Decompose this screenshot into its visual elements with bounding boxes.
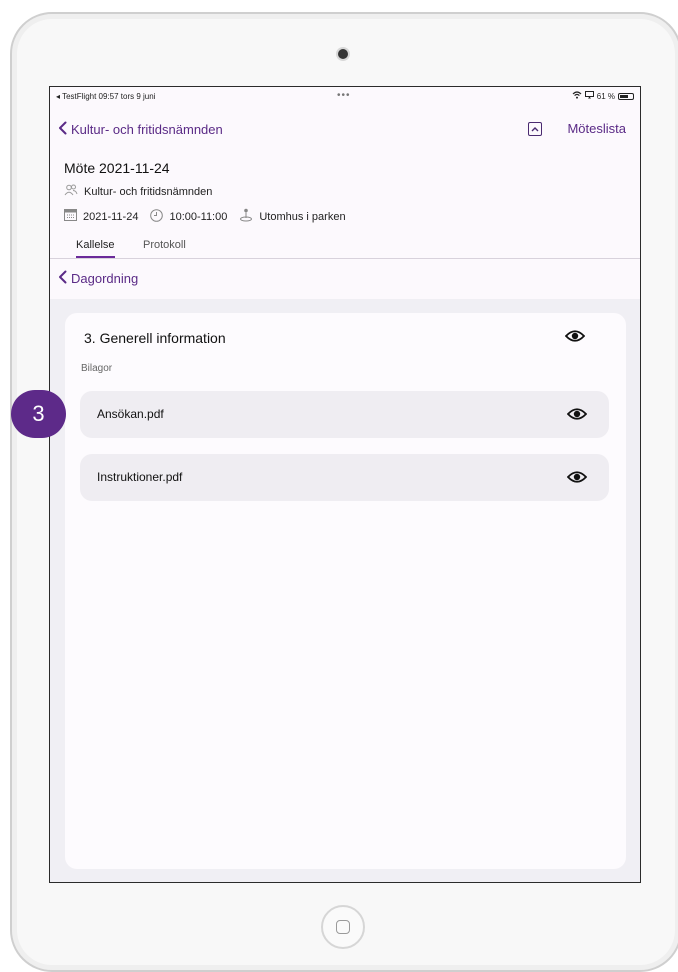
committee-row: Kultur- och fritidsnämnden bbox=[64, 184, 212, 199]
meeting-title: Möte 2021-11-24 bbox=[64, 160, 170, 176]
group-icon bbox=[64, 184, 78, 199]
calendar-icon bbox=[64, 209, 77, 224]
back-button-label: Kultur- och fritidsnämnden bbox=[71, 122, 223, 137]
attachment-name: Instruktioner.pdf bbox=[97, 470, 183, 484]
meeting-details-row: 2021-11-24 10:00-11:00 Utomhus i parken bbox=[64, 208, 346, 225]
app-screen: ◂ TestFlight 09:57 tors 9 juni ••• 61 % … bbox=[49, 86, 641, 883]
tab-kallelse[interactable]: Kallelse bbox=[76, 239, 115, 258]
wifi-icon bbox=[572, 91, 582, 101]
back-button[interactable]: Kultur- och fritidsnämnden bbox=[58, 121, 223, 138]
attachment-item[interactable]: Ansökan.pdf bbox=[80, 391, 609, 438]
view-item-button[interactable] bbox=[565, 329, 585, 343]
tab-bar: Kallelse Protokoll bbox=[50, 239, 640, 259]
camera bbox=[338, 49, 348, 59]
home-button[interactable] bbox=[321, 905, 365, 949]
eye-icon[interactable] bbox=[567, 407, 587, 421]
location-pin-icon bbox=[239, 208, 253, 225]
chevron-up-icon bbox=[531, 124, 539, 134]
step-badge: 3 bbox=[11, 390, 66, 438]
navigation-bar: Kultur- och fritidsnämnden Möteslista bbox=[50, 121, 640, 143]
chevron-left-icon bbox=[58, 270, 67, 287]
attachment-item[interactable]: Instruktioner.pdf bbox=[80, 454, 609, 501]
attachment-name: Ansökan.pdf bbox=[97, 407, 164, 421]
collapse-button[interactable] bbox=[528, 122, 542, 136]
tab-protokoll[interactable]: Protokoll bbox=[143, 239, 186, 256]
agenda-item-card: 3. Generell information Bilagor Ansökan.… bbox=[65, 313, 626, 869]
committee-name: Kultur- och fritidsnämnden bbox=[84, 185, 213, 198]
meeting-location: Utomhus i parken bbox=[259, 210, 346, 223]
status-right: 61 % bbox=[572, 91, 634, 101]
attachments-label: Bilagor bbox=[81, 363, 113, 374]
battery-percentage: 61 % bbox=[596, 91, 615, 101]
header-divider bbox=[50, 258, 640, 259]
agenda-item-title: 3. Generell information bbox=[84, 330, 226, 346]
battery-icon bbox=[618, 92, 634, 100]
meeting-time: 10:00-11:00 bbox=[169, 210, 228, 223]
agenda-back-button[interactable]: Dagordning bbox=[58, 270, 138, 287]
multitask-dots[interactable]: ••• bbox=[337, 90, 351, 101]
eye-icon[interactable] bbox=[567, 470, 587, 484]
header: ◂ TestFlight 09:57 tors 9 juni ••• 61 % … bbox=[50, 87, 640, 299]
agenda-back-label: Dagordning bbox=[71, 271, 139, 286]
chevron-left-icon bbox=[58, 121, 67, 138]
status-bar: ◂ TestFlight 09:57 tors 9 juni ••• 61 % bbox=[50, 87, 640, 105]
home-square-icon bbox=[336, 920, 350, 934]
meeting-date: 2021-11-24 bbox=[83, 210, 139, 223]
eye-icon bbox=[565, 329, 585, 343]
clock-icon bbox=[150, 208, 164, 225]
status-left: ◂ TestFlight 09:57 tors 9 juni bbox=[56, 92, 156, 101]
screen-mirror-icon bbox=[584, 91, 594, 101]
meeting-list-button[interactable]: Möteslista bbox=[567, 121, 626, 136]
